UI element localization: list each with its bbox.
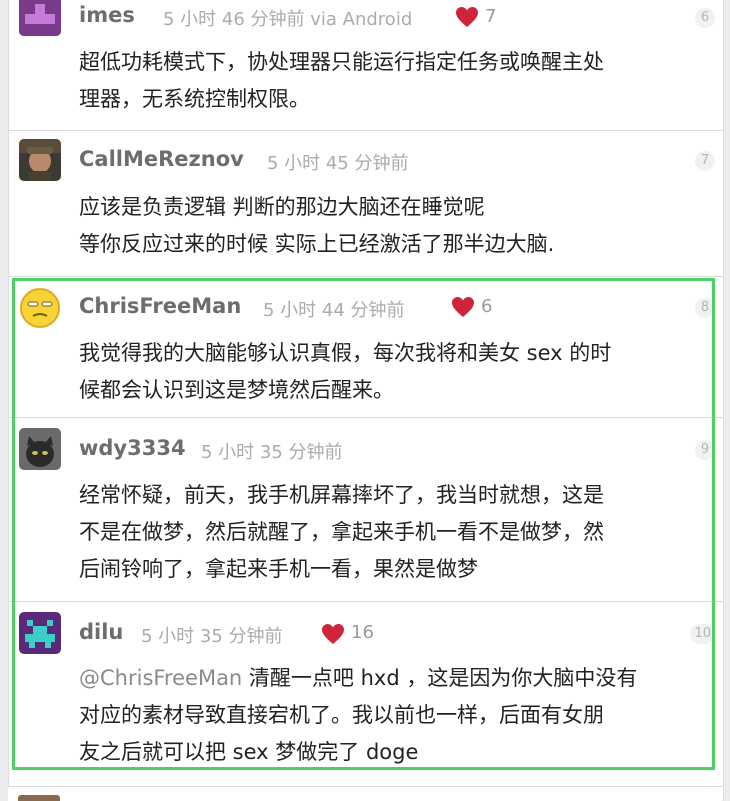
avatar[interactable] bbox=[19, 287, 61, 329]
heart-icon[interactable] bbox=[451, 296, 475, 318]
comment-username[interactable]: imes bbox=[79, 3, 135, 27]
avatar[interactable] bbox=[19, 428, 61, 470]
floor-number: 10 bbox=[690, 624, 715, 644]
avatar[interactable] bbox=[19, 139, 61, 181]
comment-time: 5 小时 45 分钟前 bbox=[267, 153, 409, 174]
like-count: 6 bbox=[481, 296, 493, 317]
comment-time: 5 小时 46 分钟前 via Android bbox=[163, 9, 413, 30]
avatar[interactable] bbox=[19, 612, 61, 654]
floor-number: 9 bbox=[695, 440, 715, 460]
next-comment-edge bbox=[8, 786, 722, 801]
floor-number: 8 bbox=[695, 298, 715, 318]
comment-7: CallMeReznov 5 小时 45 分钟前 7 应该是负责逻辑 判断的那边… bbox=[9, 131, 723, 276]
comment-body: 超低功耗模式下，协处理器只能运行指定任务或唤醒主处 理器，无系统控制权限。 bbox=[79, 50, 604, 111]
avatar bbox=[18, 795, 60, 801]
comment-list: imes 5 小时 46 分钟前 via Android 7 6 超低功耗模式下… bbox=[8, 0, 724, 800]
comment-body: 我觉得我的大脑能够认识真假，每次我将和美女 sex 的时 候都会认识到这是梦境然… bbox=[79, 341, 612, 402]
comment-body: 应该是负责逻辑 判断的那边大脑还在睡觉呢 等你反应过来的时候 实际上已经激活了那… bbox=[79, 195, 555, 256]
comment-username[interactable]: CallMeReznov bbox=[79, 147, 244, 171]
comment-time: 5 小时 44 分钟前 bbox=[263, 300, 405, 321]
comment-6: imes 5 小时 46 分钟前 via Android 7 6 超低功耗模式下… bbox=[9, 0, 723, 130]
like-count: 16 bbox=[351, 622, 374, 643]
comment-time: 5 小时 35 分钟前 bbox=[201, 442, 343, 463]
heart-icon[interactable] bbox=[321, 623, 345, 645]
like-count: 7 bbox=[485, 6, 497, 27]
comment-time: 5 小时 35 分钟前 bbox=[141, 626, 283, 647]
comment-body: @ChrisFreeMan 清醒一点吧 hxd ，这是因为你大脑中没有 对应的素… bbox=[79, 666, 638, 764]
floor-number: 6 bbox=[695, 8, 715, 28]
comment-10: dilu 5 小时 35 分钟前 16 10 @ChrisFreeMan 清醒一… bbox=[9, 602, 723, 786]
comment-username[interactable]: ChrisFreeMan bbox=[79, 294, 241, 318]
comment-username[interactable]: dilu bbox=[79, 620, 123, 644]
comment-body: 经常怀疑，前天，我手机屏幕摔坏了，我当时就想，这是 不是在做梦，然后就醒了，拿起… bbox=[79, 483, 604, 581]
comment-username[interactable]: wdy3334 bbox=[79, 436, 186, 460]
comment-8: ChrisFreeMan 5 小时 44 分钟前 6 8 我觉得我的大脑能够认识… bbox=[9, 277, 723, 417]
mention-link[interactable]: @ChrisFreeMan bbox=[79, 666, 242, 690]
heart-icon[interactable] bbox=[455, 6, 479, 28]
avatar[interactable] bbox=[19, 0, 61, 36]
comment-9: wdy3334 5 小时 35 分钟前 9 经常怀疑，前天，我手机屏幕摔坏了，我… bbox=[9, 418, 723, 601]
floor-number: 7 bbox=[695, 151, 715, 171]
